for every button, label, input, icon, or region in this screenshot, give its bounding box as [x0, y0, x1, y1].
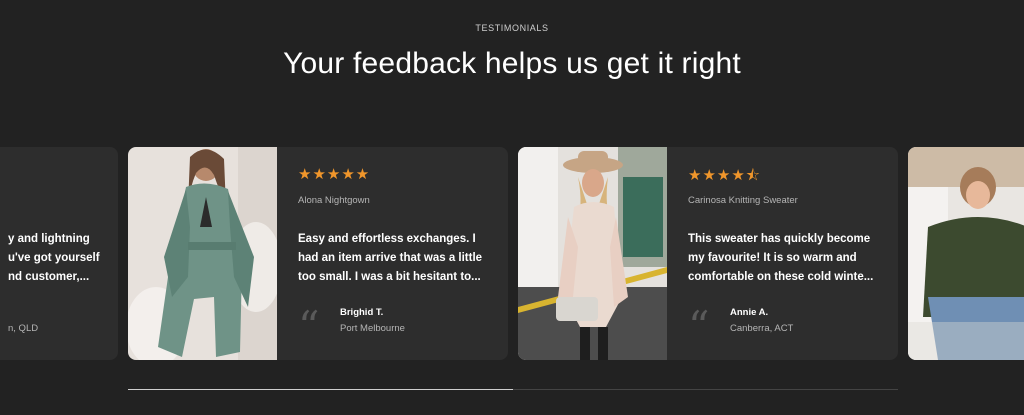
testimonial-quote: This sweater has quickly become my favou… — [688, 233, 874, 283]
testimonial-quote: y and lightning u've got yourself nd cus… — [8, 233, 100, 283]
testimonial-card[interactable] — [908, 147, 1024, 360]
star-rating: ★★★★⯪ — [688, 167, 761, 184]
product-name: Carinosa Knitting Sweater — [688, 195, 798, 206]
testimonial-carousel[interactable]: y and lightning u've got yourself nd cus… — [0, 147, 1024, 360]
section-title: Your feedback helps us get it right — [283, 47, 741, 80]
testimonials-section: TESTIMONIALS Your feedback helps us get … — [0, 0, 1024, 415]
reviewer-location: n, QLD — [8, 323, 39, 334]
product-photo — [518, 147, 667, 360]
quote-icon: “ — [298, 302, 320, 351]
product-name: Alona Nightgown — [298, 195, 370, 206]
testimonial-quote: Easy and effortless exchanges. I had an … — [298, 233, 483, 283]
reviewer-location: Port Melbourne — [340, 323, 405, 334]
star-rating: ★★★★★ — [298, 166, 371, 183]
product-photo — [128, 147, 277, 360]
carousel-progress[interactable] — [128, 389, 898, 390]
product-photo — [908, 147, 1024, 360]
reviewer-location: Canberra, ACT — [730, 323, 794, 334]
testimonial-card[interactable]: y and lightning u've got yourself nd cus… — [0, 147, 118, 360]
section-eyebrow: TESTIMONIALS — [475, 23, 549, 33]
carousel-progress-fill — [128, 389, 513, 390]
reviewer-name: Brighid T. — [340, 307, 384, 318]
testimonial-card[interactable]: ★★★★⯪ Carinosa Knitting Sweater This swe… — [518, 147, 898, 360]
quote-icon: “ — [688, 302, 710, 351]
testimonial-card[interactable]: ★★★★★ Alona Nightgown Easy and effortles… — [128, 147, 508, 360]
reviewer-name: Annie A. — [730, 307, 769, 318]
